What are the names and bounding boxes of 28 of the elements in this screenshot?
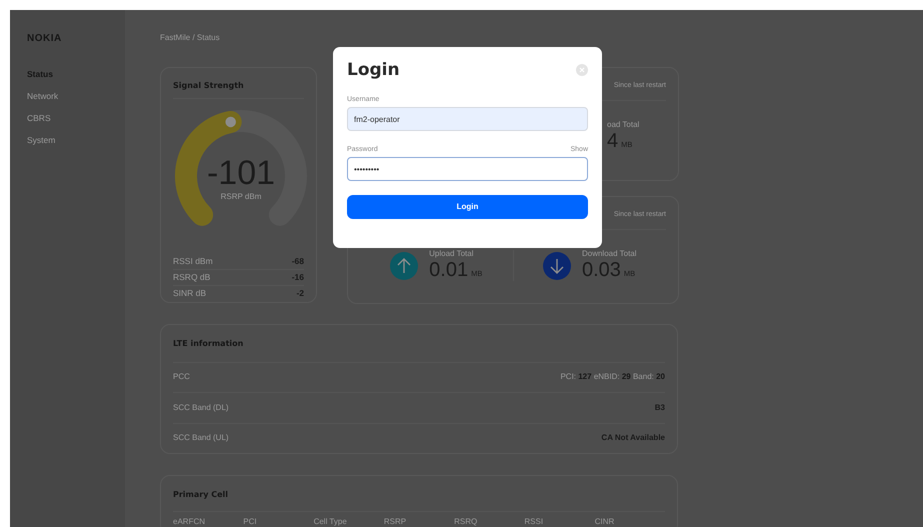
column-header: Cell Type [314,517,348,527]
column-header: eARFCN [173,517,206,527]
stat-label: RSSI dBm [173,256,213,267]
gauge-unit: RSRP dBm [220,192,262,201]
nav-link[interactable]: System [27,135,108,146]
row-label: PCC [173,372,190,383]
stat-label: SINR dB [173,288,206,299]
card-title: Primary Cell [173,490,228,499]
column-header: RSRP [384,517,408,527]
row-label: SCC Band (DL) [173,402,229,414]
username-field[interactable]: fm2-operator [347,107,588,132]
password-field[interactable]: ••••••••• [347,157,588,182]
stat-label: RSRQ dB [173,272,210,283]
close-icon[interactable] [576,64,588,76]
stat-label: Upload Total [429,250,474,260]
column-header: RSSI [524,517,544,527]
nav-link[interactable]: Network [27,91,108,102]
column-header: CINR [594,517,616,527]
column-header: RSRQ [454,517,478,527]
row-label: SCC Band (UL) [173,433,229,444]
stat-label: oad Total [607,121,640,130]
breadcrumb: FastMile / Status [160,33,220,44]
login-button[interactable]: Login [347,195,588,220]
nav-link[interactable]: CBRS [27,113,108,124]
row-value: PCI: 127 eNBID: 29 Band: 20 [560,372,665,383]
dialog-title: Login [347,59,400,82]
column-header: PCI [243,517,258,527]
stat-label: Download Total [582,250,637,260]
